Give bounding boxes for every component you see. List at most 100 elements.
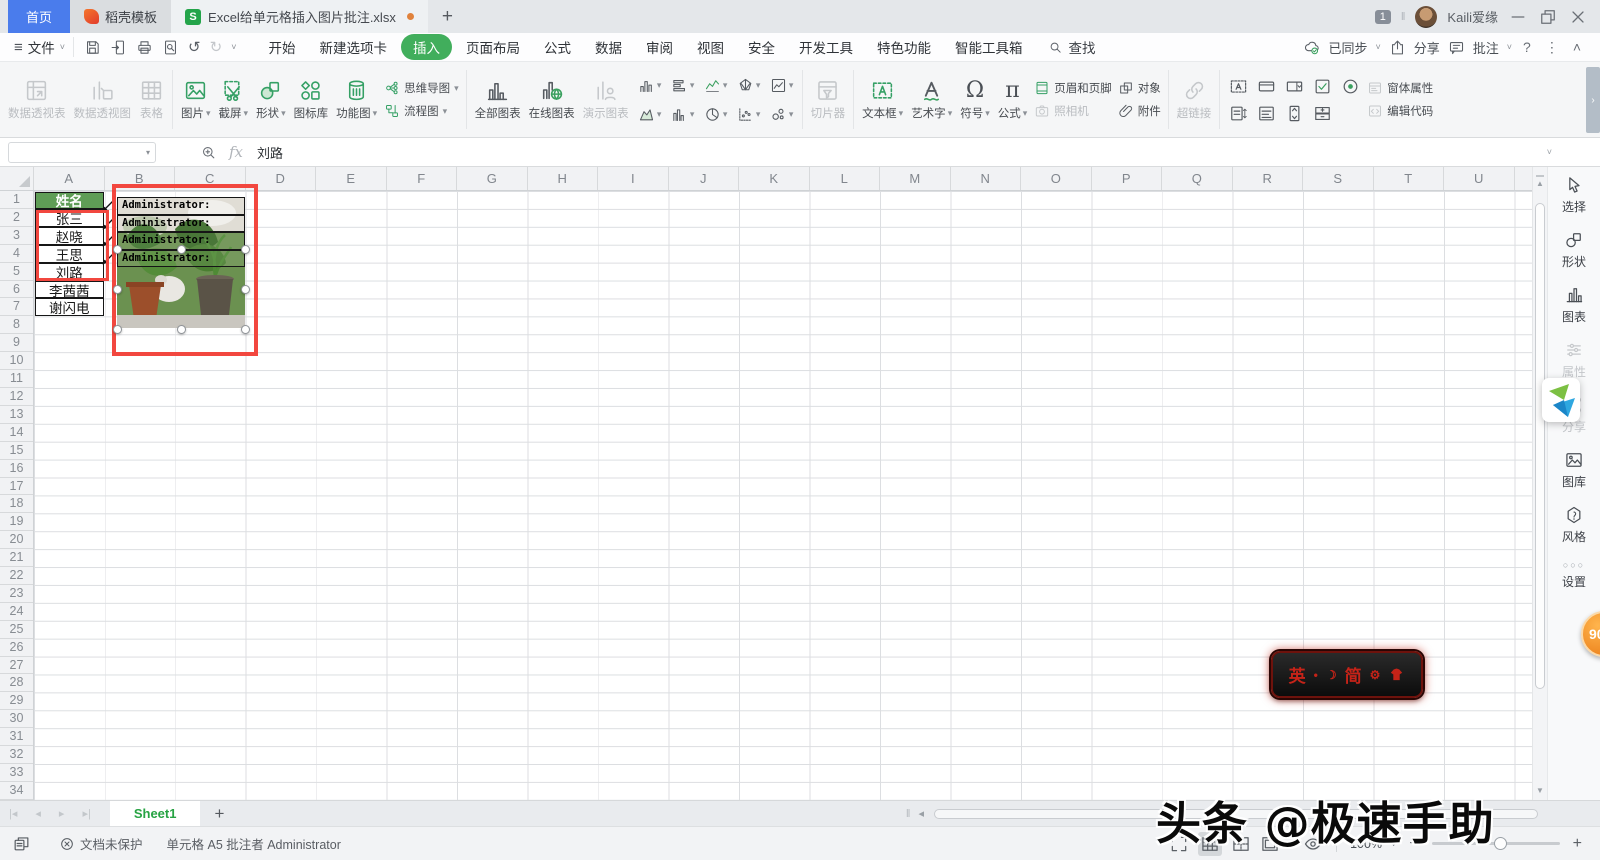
sidebar-item-设置[interactable]: ○○○设置: [1562, 560, 1586, 590]
row-header-17[interactable]: 17: [0, 478, 33, 496]
split-handle[interactable]: [1536, 169, 1544, 177]
area-chart-button[interactable]: ▾: [633, 100, 666, 129]
column-header-R[interactable]: R: [1233, 167, 1304, 190]
close-button[interactable]: [1568, 7, 1588, 27]
row-header-11[interactable]: 11: [0, 370, 33, 388]
edit-code-button[interactable]: 编辑代码: [1367, 103, 1433, 119]
label-control-button[interactable]: [1224, 73, 1252, 100]
row-header-1[interactable]: 1: [0, 191, 33, 209]
qat-caret-icon[interactable]: ˅: [231, 42, 236, 52]
row-header-24[interactable]: 24: [0, 603, 33, 621]
radar-chart-button[interactable]: ▾: [732, 71, 765, 100]
workbook-status-icon[interactable]: [12, 834, 31, 853]
table-cell-name[interactable]: 谢闪电: [35, 298, 105, 316]
panel-expander-button[interactable]: ›: [1586, 67, 1600, 133]
input-method-toolbar[interactable]: 英 • ☽ 简 ⚙: [1271, 651, 1423, 698]
icon-library-button[interactable]: 图标库: [290, 76, 333, 123]
table-cell-name[interactable]: 刘路: [35, 263, 105, 281]
row-header-22[interactable]: 22: [0, 567, 33, 585]
column-header-M[interactable]: M: [880, 167, 951, 190]
sidebar-item-选择[interactable]: 选择: [1562, 175, 1586, 215]
cell-a1-header[interactable]: 姓名: [35, 192, 105, 209]
help-icon[interactable]: ?: [1520, 39, 1534, 55]
row-header-12[interactable]: 12: [0, 388, 33, 406]
username[interactable]: Kaili爱缘: [1447, 7, 1498, 26]
menu-tab-开始[interactable]: 开始: [256, 33, 307, 61]
column-header-C[interactable]: C: [175, 167, 246, 190]
row-header-15[interactable]: 15: [0, 442, 33, 460]
selection-handle[interactable]: [177, 325, 186, 334]
column-header-F[interactable]: F: [387, 167, 458, 190]
attachment-button[interactable]: 附件: [1118, 103, 1161, 119]
column-header-U[interactable]: U: [1444, 167, 1515, 190]
menu-tab-新建选项卡[interactable]: 新建选项卡: [307, 33, 399, 61]
form-properties-button[interactable]: 窗体属性: [1367, 80, 1433, 96]
ime-settings-gear-icon[interactable]: ⚙: [1370, 668, 1381, 682]
comment-icon[interactable]: [1448, 39, 1465, 56]
column-header-S[interactable]: S: [1303, 167, 1374, 190]
object-button[interactable]: 对象: [1118, 80, 1161, 96]
selection-handle[interactable]: [113, 245, 122, 254]
row-header-23[interactable]: 23: [0, 585, 33, 603]
sidebar-item-属性[interactable]: 属性: [1562, 340, 1586, 380]
column-header-J[interactable]: J: [669, 167, 740, 190]
docer-template-tab[interactable]: 稻壳模板: [70, 0, 171, 33]
name-box-caret-icon[interactable]: ▾: [146, 148, 150, 157]
all-charts-button[interactable]: 全部图表: [471, 76, 525, 123]
menu-tab-数据[interactable]: 数据: [583, 33, 634, 61]
menu-tab-安全[interactable]: 安全: [736, 33, 787, 61]
menu-tab-开发工具[interactable]: 开发工具: [787, 33, 865, 61]
listbox-control-button[interactable]: [1252, 100, 1280, 127]
table-cell-name[interactable]: 张三: [35, 209, 105, 227]
menu-tab-智能工具箱[interactable]: 智能工具箱: [943, 33, 1035, 61]
menu-tab-公式[interactable]: 公式: [532, 33, 583, 61]
zoom-in-button[interactable]: +: [1569, 835, 1586, 853]
first-sheet-icon[interactable]: |◂: [0, 807, 26, 820]
sync-caret-icon[interactable]: ˅: [1375, 42, 1380, 52]
column-header-L[interactable]: L: [810, 167, 881, 190]
file-menu-button[interactable]: ≡ 文件 ˅: [10, 37, 74, 57]
formula-input[interactable]: 刘路: [253, 143, 1547, 162]
last-sheet-icon[interactable]: ▸|: [73, 807, 99, 820]
sheet-cells[interactable]: Administrator:Administrator:Administrato…: [34, 191, 1532, 800]
row-header-21[interactable]: 21: [0, 549, 33, 567]
camera-button[interactable]: 照相机: [1034, 103, 1112, 119]
column-header-E[interactable]: E: [316, 167, 387, 190]
screenshot-button[interactable]: 截屏▾: [215, 76, 253, 123]
row-header-9[interactable]: 9: [0, 334, 33, 352]
selection-handle[interactable]: [177, 245, 186, 254]
selection-handle[interactable]: [241, 325, 250, 334]
selection-handle[interactable]: [241, 285, 250, 294]
flowchart-button[interactable]: 流程图▾: [384, 103, 459, 119]
selection-handle[interactable]: [113, 325, 122, 334]
find-button[interactable]: 查找: [1048, 37, 1095, 57]
column-header-N[interactable]: N: [951, 167, 1022, 190]
radio-control-button[interactable]: [1336, 73, 1364, 100]
redo-icon[interactable]: ↻: [210, 40, 223, 55]
vertical-scrollbar[interactable]: ▲ ▼: [1532, 167, 1547, 800]
scatter-chart-button[interactable]: ▾: [732, 100, 765, 129]
scroll-up-icon[interactable]: ▲: [1533, 177, 1547, 191]
formula-collapse-icon[interactable]: ˅: [1547, 147, 1552, 157]
column-header-K[interactable]: K: [739, 167, 810, 190]
row-header-3[interactable]: 3: [0, 227, 33, 245]
column-header-B[interactable]: B: [105, 167, 176, 190]
sidebar-item-图表[interactable]: 图表: [1562, 285, 1586, 325]
row-header-19[interactable]: 19: [0, 513, 33, 531]
menu-tab-审阅[interactable]: 审阅: [634, 33, 685, 61]
editbox-control-button[interactable]: [1224, 100, 1252, 127]
pivot-table-button[interactable]: 数据透视表: [4, 76, 70, 123]
fx-icon[interactable]: fx: [229, 143, 243, 161]
user-avatar[interactable]: [1415, 6, 1437, 28]
equation-button[interactable]: π 公式▾: [994, 76, 1032, 123]
row-header-32[interactable]: 32: [0, 746, 33, 764]
ime-english-indicator[interactable]: 英: [1289, 662, 1306, 687]
menu-tab-特色功能[interactable]: 特色功能: [865, 33, 943, 61]
checkbox-control-button[interactable]: [1308, 73, 1336, 100]
wordart-button[interactable]: 艺术字▾: [907, 76, 956, 123]
scroll-down-icon[interactable]: ▼: [1533, 784, 1547, 798]
collapse-ribbon-icon[interactable]: ˄: [1570, 39, 1584, 55]
undo-icon[interactable]: ↺: [188, 40, 201, 55]
column-header-A[interactable]: A: [34, 167, 105, 190]
row-header-8[interactable]: 8: [0, 316, 33, 334]
